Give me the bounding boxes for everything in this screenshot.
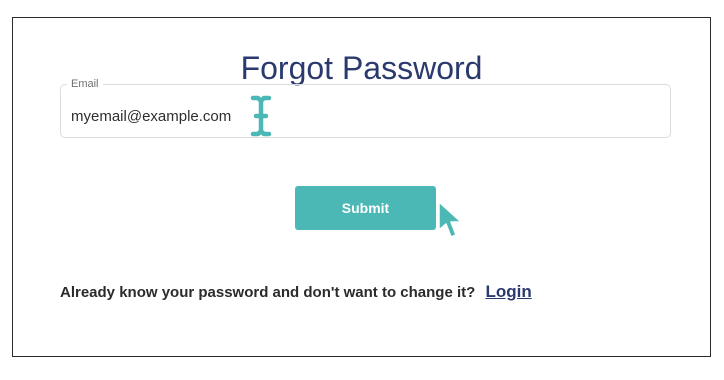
text-cursor-icon bbox=[250, 95, 272, 137]
mouse-pointer-icon bbox=[438, 201, 462, 238]
forgot-password-panel: Forgot Password Email Submit Already kno… bbox=[12, 17, 711, 357]
email-field[interactable]: Email bbox=[60, 77, 671, 138]
submit-button[interactable]: Submit bbox=[295, 186, 436, 230]
login-prompt-row: Already know your password and don't wan… bbox=[60, 282, 532, 303]
page-title: Forgot Password bbox=[240, 50, 483, 86]
email-field-label: Email bbox=[67, 77, 103, 91]
email-input[interactable] bbox=[71, 107, 661, 127]
login-prompt-text: Already know your password and don't wan… bbox=[60, 284, 476, 301]
login-link[interactable]: Login bbox=[485, 282, 531, 301]
